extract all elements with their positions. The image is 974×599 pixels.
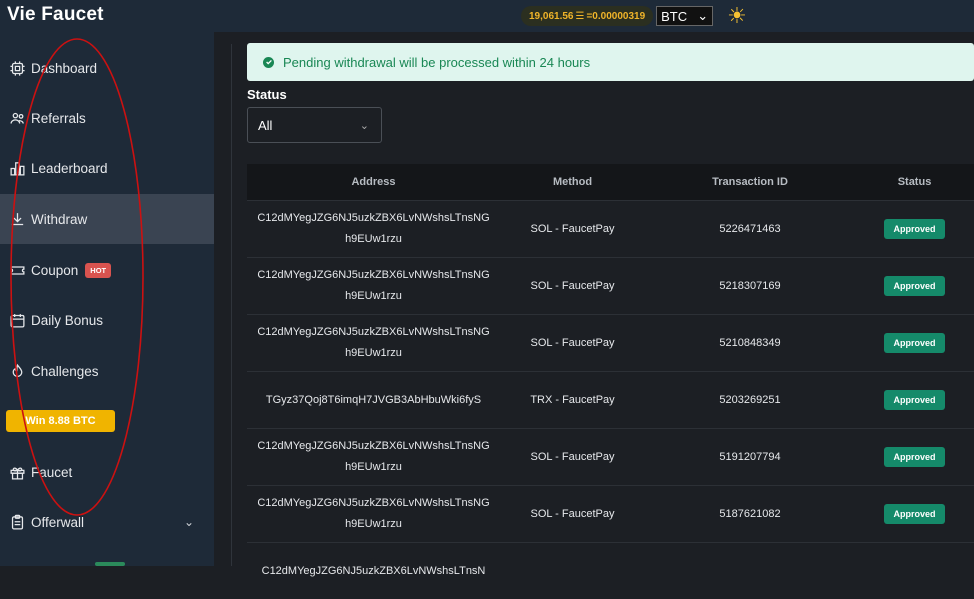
cell-address: C12dMYegJZG6NJ5uzkZBX6LvNWshsLTnsNGh9EUw… xyxy=(257,212,490,245)
status-badge: Approved xyxy=(884,276,945,296)
sidebar-item-offerwall[interactable]: Offerwall ⌄ xyxy=(0,497,214,547)
sidebar-item-daily-bonus[interactable]: Daily Bonus xyxy=(0,295,214,345)
coins-icon: ☰ xyxy=(575,10,585,22)
header-address: Address xyxy=(351,175,396,188)
chevron-down-icon: ⌄ xyxy=(359,119,369,132)
table-row: C12dMYegJZG6NJ5uzkZBX6LvNWshsLTnsN xyxy=(247,542,974,599)
table-row: C12dMYegJZG6NJ5uzkZBX6LvNWshsLTnsNGh9EUw… xyxy=(247,314,974,371)
sidebar-item-label: Daily Bonus xyxy=(31,312,104,328)
sidebar-item-faucet[interactable]: Faucet xyxy=(0,447,214,497)
price-pill: 19,061.56 ☰ =0.00000319 xyxy=(521,6,654,26)
sidebar-item-label: Offerwall xyxy=(31,514,85,530)
partial-badge xyxy=(95,562,125,566)
sidebar-item-withdraw[interactable]: Withdraw xyxy=(0,194,214,244)
challenges-icon xyxy=(8,362,26,380)
status-badge: Approved xyxy=(884,333,945,353)
win-btc-button[interactable]: Win 8.88 BTC xyxy=(6,410,115,432)
status-badge: Approved xyxy=(884,504,945,524)
cell-method: TRX - FaucetPay xyxy=(530,394,615,406)
cell-status: Approved xyxy=(855,504,974,524)
header-status: Status xyxy=(897,176,932,188)
cell-method: SOL - FaucetPay xyxy=(530,280,615,292)
sidebar: Dashboard Referrals Leaderboard Withdraw… xyxy=(0,32,214,566)
cell-transaction-id: 5191207794 xyxy=(719,451,781,463)
download-icon xyxy=(8,210,26,228)
cell-method: SOL - FaucetPay xyxy=(530,508,615,520)
check-circle-icon xyxy=(263,56,274,68)
withdrawals-table: Address Method Transaction ID Status C12… xyxy=(247,164,974,599)
currency-select[interactable]: BTC ⌄ xyxy=(656,6,714,26)
status-badge: Approved xyxy=(884,219,945,239)
alert-text: Pending withdrawal will be processed wit… xyxy=(283,54,591,70)
cell-status: Approved xyxy=(855,390,974,410)
table-row: C12dMYegJZG6NJ5uzkZBX6LvNWshsLTnsNGh9EUw… xyxy=(247,257,974,314)
hot-badge: HOT xyxy=(85,262,112,278)
table-row: C12dMYegJZG6NJ5uzkZBX6LvNWshsLTnsNGh9EUw… xyxy=(247,428,974,485)
dashboard-icon xyxy=(8,59,26,77)
cell-status: Approved xyxy=(855,219,974,239)
cell-address: C12dMYegJZG6NJ5uzkZBX6LvNWshsLTnsNGh9EUw… xyxy=(257,497,490,530)
satoshi-rate: =0.00000319 xyxy=(586,10,646,22)
cell-transaction-id: 5187621082 xyxy=(719,508,781,520)
sidebar-item-label: Dashboard xyxy=(31,60,98,76)
cell-address: C12dMYegJZG6NJ5uzkZBX6LvNWshsLTnsNGh9EUw… xyxy=(257,326,490,359)
status-badge: Approved xyxy=(884,447,945,467)
table-row: C12dMYegJZG6NJ5uzkZBX6LvNWshsLTnsNGh9EUw… xyxy=(247,200,974,257)
cell-transaction-id: 5210848349 xyxy=(719,337,781,349)
cell-method: SOL - FaucetPay xyxy=(530,337,615,349)
sidebar-item-label: Faucet xyxy=(31,464,73,480)
cell-method: SOL - FaucetPay xyxy=(530,451,615,463)
header-transaction-id: Transaction ID xyxy=(712,176,788,188)
currency-value: BTC xyxy=(661,8,688,24)
sidebar-item-coupon[interactable]: Coupon HOT xyxy=(0,245,214,295)
table-row: TGyz37Qoj8T6imqH7JVGB3AbHbuWki6fyS TRX -… xyxy=(247,371,974,428)
chevron-down-icon[interactable]: ⌄ xyxy=(184,515,194,529)
cell-address: C12dMYegJZG6NJ5uzkZBX6LvNWshsLTnsNGh9EUw… xyxy=(257,269,490,302)
chevron-down-icon: ⌄ xyxy=(697,8,709,23)
referrals-icon xyxy=(8,109,26,127)
main-content: Pending withdrawal will be processed wit… xyxy=(232,32,974,599)
header-method: Method xyxy=(552,176,593,188)
btc-price: 19,061.56 xyxy=(529,10,574,22)
sidebar-item-label: Referrals xyxy=(31,110,86,126)
cell-address: C12dMYegJZG6NJ5uzkZBX6LvNWshsLTnsN xyxy=(261,564,486,577)
cell-status: Approved xyxy=(855,333,974,353)
status-badge: Approved xyxy=(884,390,945,410)
status-filter-value: All xyxy=(258,117,273,133)
cell-method: SOL - FaucetPay xyxy=(530,223,615,235)
pending-alert: Pending withdrawal will be processed wit… xyxy=(247,43,974,81)
status-filter-label: Status xyxy=(247,87,287,102)
coupon-icon xyxy=(8,261,26,279)
sidebar-item-label: Leaderboard xyxy=(31,160,108,176)
table-header: Address Method Transaction ID Status xyxy=(247,164,974,200)
calendar-icon xyxy=(8,311,26,329)
gift-icon xyxy=(8,463,26,481)
sidebar-item-label: Coupon xyxy=(31,262,79,278)
sidebar-item-referrals[interactable]: Referrals xyxy=(0,93,214,143)
cell-transaction-id: 5203269251 xyxy=(719,394,781,406)
sun-icon[interactable]: ☀ xyxy=(727,5,747,27)
sidebar-item-label: Withdraw xyxy=(31,211,88,227)
sidebar-item-leaderboard[interactable]: Leaderboard xyxy=(0,143,214,193)
price-ticker: 19,061.56 ☰ =0.00000319 BTC ⌄ ☀ xyxy=(521,5,747,27)
cell-address: TGyz37Qoj8T6imqH7JVGB3AbHbuWki6fyS xyxy=(265,393,482,406)
sidebar-item-dashboard[interactable]: Dashboard xyxy=(0,43,214,93)
cell-status: Approved xyxy=(855,447,974,467)
cell-address: C12dMYegJZG6NJ5uzkZBX6LvNWshsLTnsNGh9EUw… xyxy=(257,440,490,473)
sidebar-item-label: Challenges xyxy=(31,363,99,379)
top-bar: Vie Faucet 19,061.56 ☰ =0.00000319 BTC ⌄… xyxy=(0,0,974,32)
leaderboard-icon xyxy=(8,159,26,177)
cell-status: Approved xyxy=(855,276,974,296)
gutter xyxy=(214,32,232,566)
cell-transaction-id: 5226471463 xyxy=(719,223,781,235)
cell-transaction-id: 5218307169 xyxy=(719,280,781,292)
table-row: C12dMYegJZG6NJ5uzkZBX6LvNWshsLTnsNGh9EUw… xyxy=(247,485,974,542)
status-filter-select[interactable]: All ⌄ xyxy=(247,107,382,143)
sidebar-item-challenges[interactable]: Challenges xyxy=(0,346,214,396)
clipboard-icon xyxy=(8,513,26,531)
brand-logo[interactable]: Vie Faucet xyxy=(7,4,104,26)
